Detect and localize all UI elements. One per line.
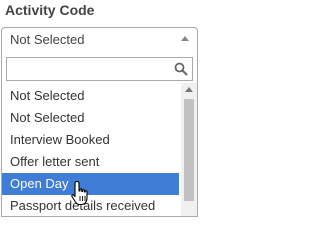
option-item[interactable]: Open Day xyxy=(2,173,179,195)
activity-code-select[interactable]: Not Selected xyxy=(1,27,198,53)
options-scrollbar[interactable] xyxy=(181,83,197,216)
scrollbar-thumb[interactable] xyxy=(184,99,194,201)
search-icon xyxy=(174,62,188,76)
option-item[interactable]: Interview Booked xyxy=(2,129,179,151)
search-box[interactable] xyxy=(6,57,193,81)
dropdown-panel: Not Selected Not Selected Interview Book… xyxy=(1,52,198,217)
option-item[interactable]: Not Selected xyxy=(2,107,179,129)
chevron-up-icon xyxy=(181,36,189,41)
select-selected-value: Not Selected xyxy=(10,32,85,47)
field-label: Activity Code xyxy=(5,2,95,18)
options-list: Not Selected Not Selected Interview Book… xyxy=(2,85,179,216)
search-input[interactable] xyxy=(7,58,192,80)
scroll-up-arrow-icon[interactable] xyxy=(185,87,193,92)
option-item[interactable]: Passport details received xyxy=(2,195,179,216)
option-item[interactable]: Not Selected xyxy=(2,85,179,107)
option-item[interactable]: Offer letter sent xyxy=(2,151,179,173)
